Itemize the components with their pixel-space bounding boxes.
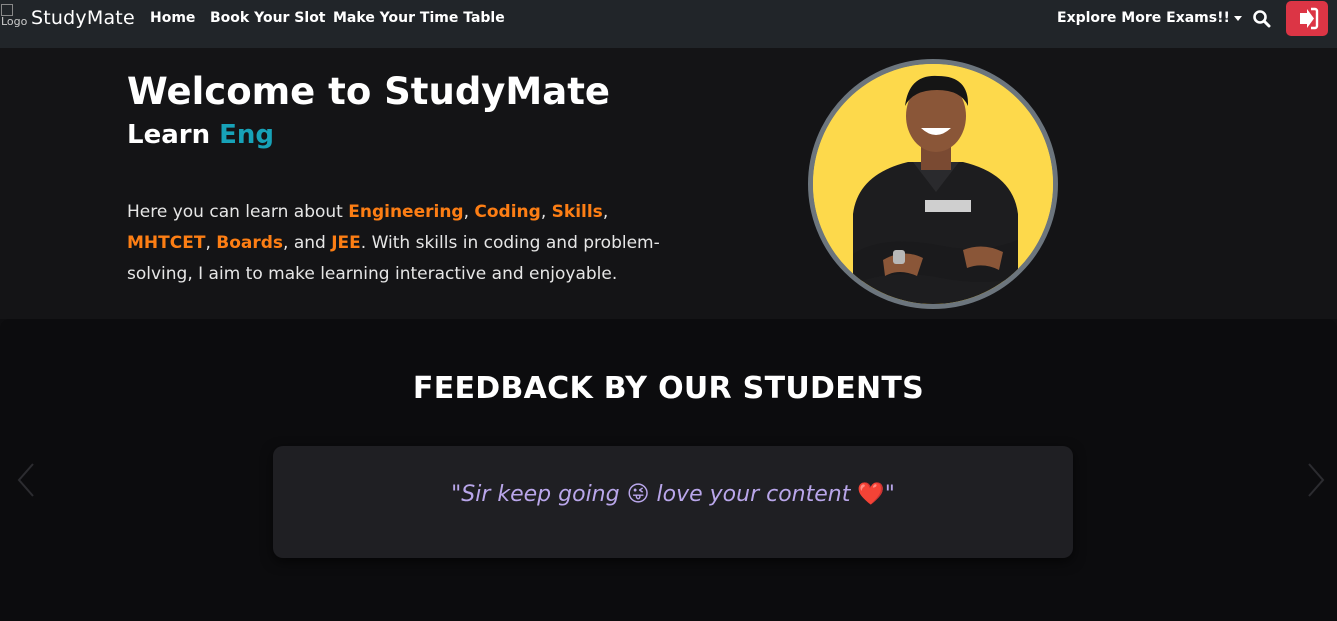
quote-text: "	[884, 482, 895, 507]
testimonial-quote: "Sir keep going 😜 love your content ❤️"	[273, 482, 1073, 507]
chevron-right-icon	[1308, 463, 1325, 497]
intro-sep: ,	[540, 202, 552, 222]
winking-face-icon: 😜	[626, 482, 650, 507]
logo-alt-text: Logo	[1, 15, 28, 28]
highlight-coding: Coding	[474, 202, 541, 222]
nav-link-home[interactable]: Home	[150, 10, 195, 26]
person-photo-icon	[813, 64, 1053, 304]
explore-exams-dropdown[interactable]: Explore More Exams!!	[1057, 10, 1242, 26]
learn-typing-line: Learn Eng	[127, 120, 274, 150]
intro-sep: ,	[205, 233, 217, 253]
highlight-mhtcet: MHTCET	[127, 233, 206, 253]
caret-down-icon	[1233, 15, 1242, 21]
logo-image[interactable]: Logo	[1, 4, 31, 32]
search-button[interactable]	[1252, 9, 1272, 29]
logout-button[interactable]	[1286, 1, 1328, 36]
navbar: Logo StudyMate Home Book Your Slot Make …	[0, 0, 1337, 48]
intro-sep: ,	[602, 202, 609, 222]
heart-icon: ❤️	[857, 482, 885, 507]
hero-title: Welcome to StudyMate	[127, 70, 610, 113]
quote-text: "Sir keep going	[451, 482, 627, 507]
search-icon	[1253, 10, 1271, 28]
feedback-title: FEEDBACK BY OUR STUDENTS	[412, 371, 925, 406]
highlight-boards: Boards	[216, 233, 284, 253]
explore-label: Explore More Exams!!	[1057, 10, 1230, 26]
brand-name[interactable]: StudyMate	[31, 7, 135, 29]
chevron-left-icon	[17, 463, 34, 497]
nav-link-time-table[interactable]: Make Your Time Table	[333, 10, 505, 26]
typed-subject: Eng	[219, 120, 275, 150]
quote-text: love your content	[649, 482, 858, 507]
nav-link-book-slot[interactable]: Book Your Slot	[210, 10, 326, 26]
profile-photo	[808, 59, 1058, 309]
intro-text: Here you can learn about	[127, 202, 349, 222]
highlight-engineering: Engineering	[348, 202, 464, 222]
intro-sep: , and	[283, 233, 332, 253]
sign-out-icon	[1300, 7, 1319, 30]
carousel-prev-button[interactable]	[16, 462, 36, 498]
carousel-next-button[interactable]	[1306, 462, 1326, 498]
intro-sep: ,	[463, 202, 475, 222]
testimonial-card: "Sir keep going 😜 love your content ❤️"	[273, 446, 1073, 558]
highlight-jee: JEE	[331, 233, 361, 253]
learn-prefix: Learn	[127, 120, 211, 150]
highlight-skills: Skills	[551, 202, 603, 222]
intro-paragraph: Here you can learn about Engineering, Co…	[127, 197, 687, 290]
